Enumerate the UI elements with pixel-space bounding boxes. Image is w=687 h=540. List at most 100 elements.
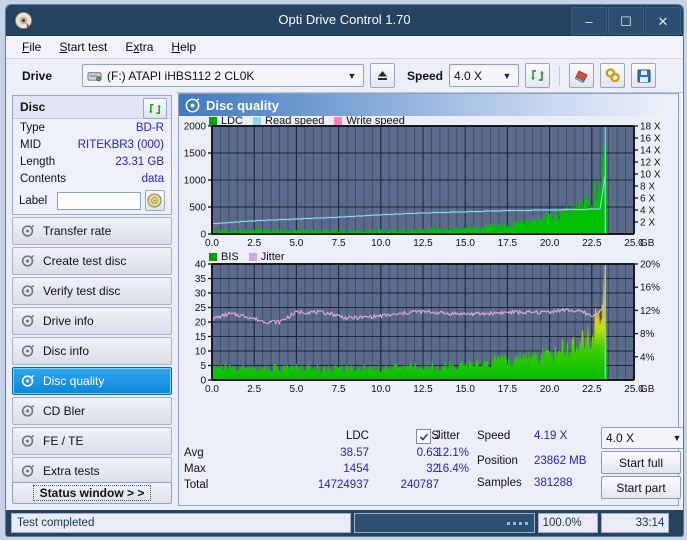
- close-button[interactable]: ✕: [645, 7, 681, 35]
- test-speed-select[interactable]: 4.0 X ▼: [601, 427, 683, 449]
- svg-text:2.5: 2.5: [247, 384, 261, 395]
- disc-label-row: Label: [13, 190, 171, 211]
- disc-test-icon: [21, 224, 35, 238]
- window-controls: – ☐ ✕: [571, 7, 681, 35]
- start-full-button[interactable]: Start full: [601, 451, 681, 474]
- ldc-chart-plot: 05001000150020002 X4 X6 X8 X10 X12 X14 X…: [184, 122, 661, 250]
- svg-text:12.5: 12.5: [413, 384, 433, 395]
- close-icon: ✕: [657, 13, 669, 29]
- svg-text:GB: GB: [640, 238, 655, 249]
- menu-item-extra[interactable]: Extra: [125, 40, 153, 54]
- disc-label-button[interactable]: [144, 190, 165, 211]
- stats-total-bis: 240787: [400, 479, 439, 491]
- jitter-checkbox[interactable]: [416, 429, 431, 444]
- speed-value: 4.0 X: [454, 68, 483, 83]
- svg-text:10 X: 10 X: [640, 170, 661, 181]
- svg-text:22.5: 22.5: [582, 238, 602, 249]
- sidebar-item-label: Verify test disc: [43, 284, 121, 298]
- cd-icon: [147, 193, 162, 208]
- svg-text:10.0: 10.0: [371, 238, 391, 249]
- tools-button[interactable]: [600, 63, 626, 88]
- sidebar-item-label: CD Bler: [43, 404, 86, 418]
- sidebar-item-disc-info[interactable]: Disc info: [12, 337, 172, 365]
- disc-test-icon: [21, 404, 35, 418]
- sidebar-item-drive-info[interactable]: Drive info: [12, 307, 172, 335]
- status-window-label: Status window > >: [32, 485, 152, 501]
- disc-refresh-button[interactable]: [143, 98, 167, 119]
- legend-label: LDC: [221, 115, 244, 127]
- svg-text:7.5: 7.5: [332, 384, 346, 395]
- start-part-button[interactable]: Start part: [601, 476, 681, 499]
- maximize-button[interactable]: ☐: [608, 7, 644, 35]
- bis-jitter-chart-plot: 05101520253035404%8%12%16%20%0.0 2.5 5.0 7.…: [195, 260, 660, 396]
- disc-key-type: Type: [20, 122, 45, 134]
- legend-swatch: [253, 117, 262, 125]
- refresh-icon: [149, 103, 161, 114]
- drive-select[interactable]: (F:) ATAPI iHBS112 2 CL0K ▼: [82, 64, 364, 87]
- menu-item-file[interactable]: FFileile: [22, 40, 41, 54]
- sidebar-item-disc-quality[interactable]: Disc quality: [12, 367, 172, 395]
- sidebar-item-label: Create test disc: [43, 254, 127, 268]
- minimize-button[interactable]: –: [571, 7, 607, 35]
- legend-swatch: [209, 253, 217, 261]
- svg-text:2 X: 2 X: [640, 218, 655, 229]
- sidebar: Disc Type BD-R MID RITEKBR3 (000) Length…: [6, 91, 176, 508]
- menu-item-help[interactable]: Help: [171, 40, 196, 54]
- toolbar-separator: [559, 65, 561, 86]
- refresh-button[interactable]: [525, 63, 551, 88]
- sidebar-item-label: Disc quality: [43, 374, 105, 388]
- sidebar-item-cd-bler[interactable]: CD Bler: [12, 397, 172, 425]
- svg-text:6 X: 6 X: [640, 194, 655, 205]
- status-message: Test completed: [11, 513, 351, 533]
- position-stat-label: Position: [477, 455, 518, 467]
- title-bar: Opti Drive Control 1.70 – ☐ ✕: [6, 5, 683, 36]
- elapsed-time: 33:14: [600, 513, 670, 533]
- svg-text:4 X: 4 X: [640, 206, 655, 217]
- start-part-label: Start part: [616, 480, 666, 495]
- svg-text:17.5: 17.5: [498, 238, 518, 249]
- statistics-area: LDC BIS Jitter Avg 38.57 0.63 12.1% Max …: [179, 427, 683, 505]
- eject-button[interactable]: [370, 63, 395, 88]
- samples-stat-value: 381288: [534, 477, 573, 489]
- svg-text:2000: 2000: [184, 122, 207, 133]
- sidebar-item-fe-te[interactable]: FE / TE: [12, 427, 172, 455]
- sidebar-item-extra-tests[interactable]: Extra tests: [12, 457, 172, 485]
- svg-text:1500: 1500: [184, 149, 207, 160]
- sidebar-item-transfer-rate[interactable]: Transfer rate: [12, 217, 172, 245]
- disc-quality-icon: [185, 97, 200, 112]
- minimize-icon: –: [585, 13, 593, 29]
- svg-text:7.5: 7.5: [332, 238, 346, 249]
- disc-test-icon: [21, 464, 35, 478]
- svg-text:30: 30: [195, 289, 207, 300]
- application-window: Opti Drive Control 1.70 – ☐ ✕ FFileile S…: [5, 4, 684, 537]
- refresh-icon: [531, 70, 544, 81]
- test-speed-value: 4.0 X: [606, 431, 635, 445]
- disc-test-icon: [21, 344, 35, 358]
- save-button[interactable]: [631, 63, 657, 88]
- resize-grip-icon: [673, 518, 683, 528]
- svg-text:0.0: 0.0: [205, 238, 219, 249]
- sidebar-item-label: Transfer rate: [43, 224, 112, 238]
- disc-test-icon: [21, 314, 35, 328]
- status-window-button[interactable]: Status window > >: [12, 482, 172, 504]
- disc-value-contents: data: [141, 173, 164, 185]
- svg-text:20%: 20%: [640, 260, 660, 271]
- disc-value-type: BD-R: [135, 122, 164, 134]
- svg-text:10.0: 10.0: [371, 384, 391, 395]
- sidebar-item-verify-test-disc[interactable]: Verify test disc: [12, 277, 172, 305]
- stats-row-label-total: Total: [184, 479, 209, 491]
- svg-text:20: 20: [195, 318, 207, 329]
- sidebar-item-create-test-disc[interactable]: Create test disc: [12, 247, 172, 275]
- disc-label-key: Label: [19, 194, 48, 207]
- toolbar: Drive (F:) ATAPI iHBS112 2 CL0K ▼ Speed …: [6, 59, 683, 93]
- disc-label-input[interactable]: [56, 191, 141, 210]
- erase-button[interactable]: [569, 63, 595, 88]
- disc-row-contents: Contents data: [13, 171, 171, 187]
- legend-swatch: [248, 253, 257, 261]
- svg-text:12 X: 12 X: [640, 158, 661, 169]
- speed-select[interactable]: 4.0 X ▼: [449, 64, 520, 87]
- menu-item-start-test[interactable]: Start test: [59, 40, 107, 54]
- check-icon: [419, 432, 428, 441]
- status-bar: Test completed 100.0% 33:14: [6, 510, 683, 536]
- menu-bar: FFileile Start test Extra Help: [6, 36, 683, 59]
